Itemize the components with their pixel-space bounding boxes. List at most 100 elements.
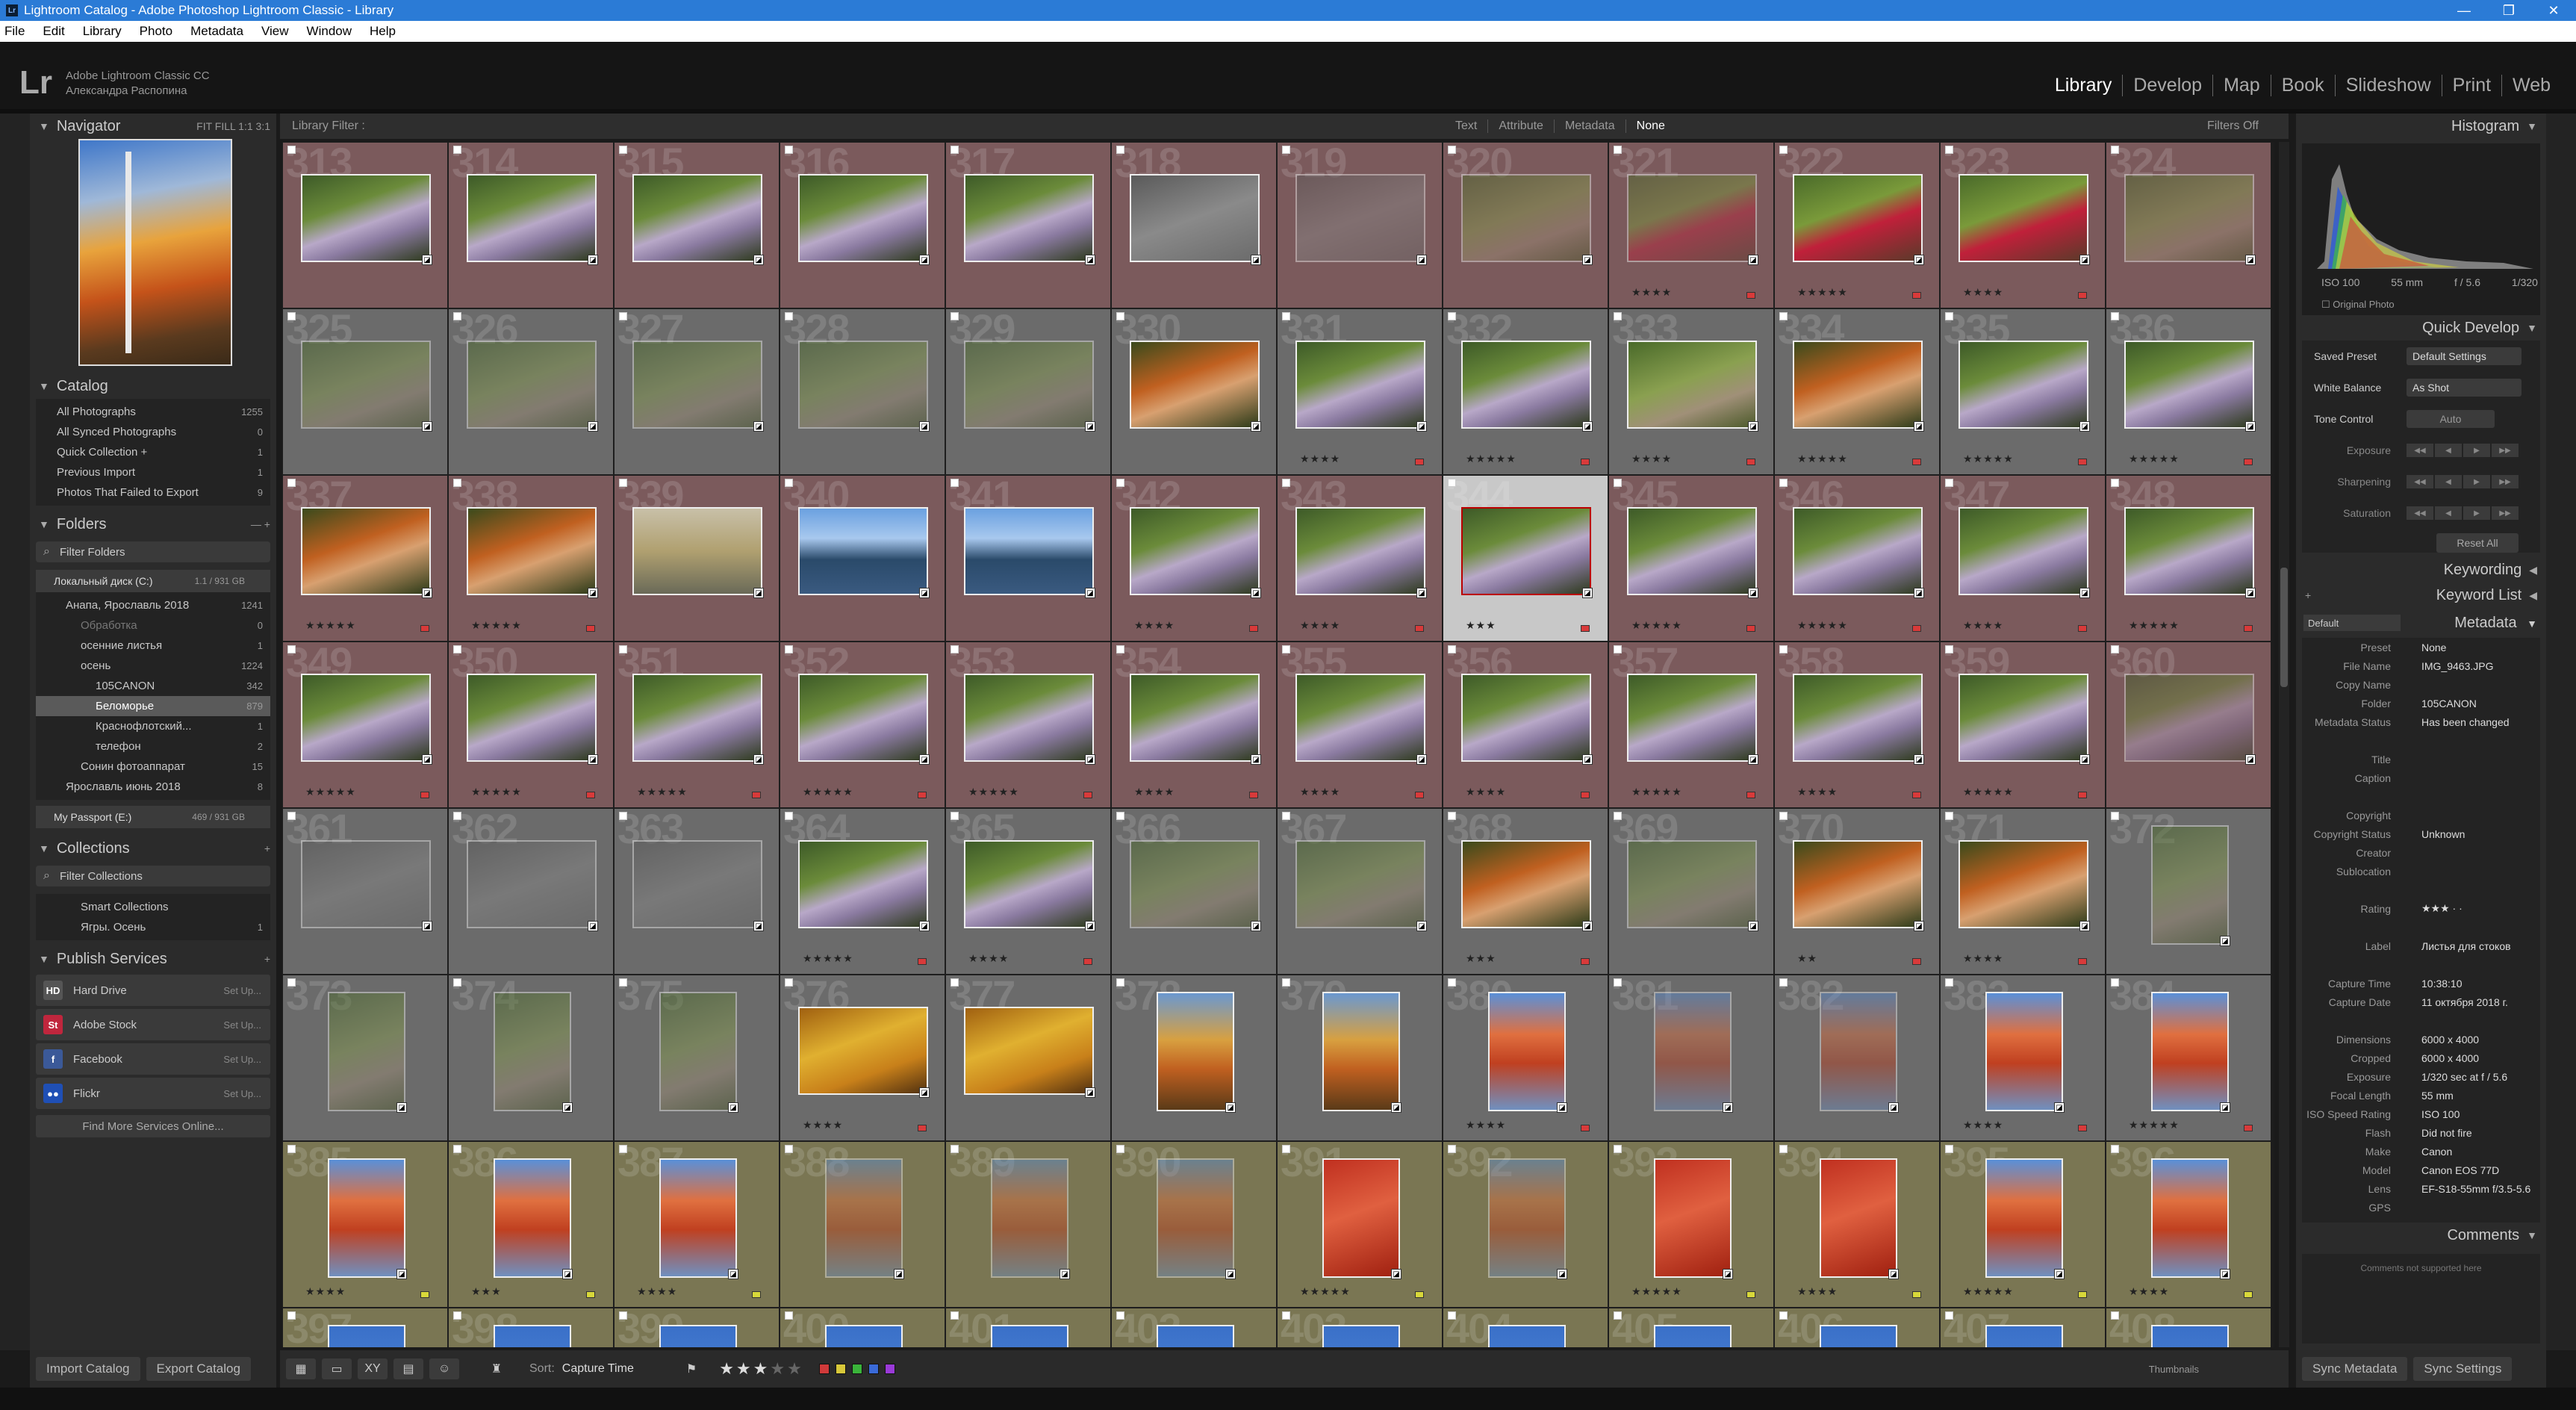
- pick-flag-icon[interactable]: [619, 645, 627, 653]
- right-edge-toggle[interactable]: [2546, 114, 2576, 1350]
- thumbnail-cell[interactable]: 326 ◪: [448, 308, 614, 475]
- photo-thumbnail[interactable]: [1820, 992, 1897, 1111]
- photo-thumbnail[interactable]: [467, 507, 597, 595]
- add-collection-icon[interactable]: +: [264, 842, 270, 854]
- photo-thumbnail[interactable]: [2151, 1158, 2229, 1278]
- pick-flag-icon[interactable]: [619, 978, 627, 987]
- quick-develop-header[interactable]: Quick Develop ▼: [2296, 315, 2546, 341]
- photo-thumbnail[interactable]: [1793, 174, 1923, 262]
- photo-thumbnail[interactable]: [632, 174, 762, 262]
- catalog-item[interactable]: Previous Import 1: [36, 462, 270, 482]
- pick-flag-icon[interactable]: [951, 978, 959, 987]
- photo-thumbnail[interactable]: [1654, 992, 1732, 1111]
- pick-flag-icon[interactable]: [2111, 146, 2119, 154]
- pick-flag-icon[interactable]: [1448, 146, 1456, 154]
- pick-flag-icon[interactable]: [619, 312, 627, 320]
- thumbnail-cell[interactable]: 367 ◪: [1277, 808, 1443, 975]
- pick-flag-icon[interactable]: [1614, 312, 1622, 320]
- pick-flag-icon[interactable]: [1945, 812, 1953, 820]
- label-red-swatch[interactable]: [818, 1364, 830, 1374]
- photo-thumbnail[interactable]: [2151, 992, 2229, 1111]
- thumbnail-cell[interactable]: 342 ◪ ★★★★: [1111, 475, 1277, 642]
- filter-tab-none[interactable]: None: [1626, 119, 1676, 133]
- metadata-value[interactable]: Unknown: [2421, 828, 2465, 840]
- grid-scrollbar[interactable]: [2279, 142, 2289, 1347]
- pick-flag-icon[interactable]: [2111, 645, 2119, 653]
- pick-flag-icon[interactable]: [951, 645, 959, 653]
- import-catalog-button[interactable]: Import Catalog: [36, 1357, 140, 1381]
- thumbnail-cell[interactable]: 378 ◪: [1111, 975, 1277, 1141]
- photo-thumbnail[interactable]: [1985, 992, 2063, 1111]
- folder-item[interactable]: осень 1224: [36, 656, 270, 676]
- thumbnail-cell[interactable]: 407◪: [1940, 1308, 2106, 1347]
- pick-flag-icon[interactable]: [2111, 812, 2119, 820]
- rating-filter[interactable]: ★★★★★: [719, 1359, 804, 1379]
- photo-thumbnail[interactable]: [1793, 507, 1923, 595]
- metadata-value[interactable]: Canon EOS 77D: [2421, 1164, 2499, 1176]
- thumbnail-cell[interactable]: 348 ◪ ★★★★★: [2106, 475, 2271, 642]
- star-rating[interactable]: ★★★★: [1134, 619, 1175, 632]
- pick-flag-icon[interactable]: [1614, 645, 1622, 653]
- thumbnail-cell[interactable]: 380 ◪ ★★★★: [1443, 975, 1608, 1141]
- photo-thumbnail[interactable]: [301, 341, 431, 429]
- thumbnail-cell[interactable]: 334 ◪ ★★★★★: [1774, 308, 1940, 475]
- photo-thumbnail[interactable]: [1130, 174, 1260, 262]
- menu-library[interactable]: Library: [83, 24, 122, 39]
- publish-adobe-stock[interactable]: St Adobe Stock Set Up...: [36, 1009, 270, 1040]
- saturation-stepper[interactable]: ◀◀ ◀ ▶ ▶▶: [2407, 506, 2519, 520]
- thumbnail-cell[interactable]: 363 ◪: [614, 808, 780, 975]
- photo-thumbnail[interactable]: [2151, 825, 2229, 945]
- pick-flag-icon[interactable]: [1779, 978, 1788, 987]
- thumbnail-cell[interactable]: 319 ◪: [1277, 142, 1443, 308]
- metadata-value[interactable]: None: [2421, 642, 2446, 653]
- star-rating[interactable]: ★★★★: [1797, 1285, 1838, 1298]
- thumbnail-cell[interactable]: 344 ◪ ★★★: [1443, 475, 1608, 642]
- thumbnail-cell[interactable]: 324 ◪: [2106, 142, 2271, 308]
- thumbnail-cell[interactable]: 405◪: [1608, 1308, 1774, 1347]
- photo-thumbnail[interactable]: [1157, 1325, 1234, 1347]
- metadata-value[interactable]: IMG_9463.JPG: [2421, 660, 2494, 672]
- sync-metadata-button[interactable]: Sync Metadata: [2302, 1357, 2408, 1381]
- star-rating[interactable]: ★★★: [471, 1285, 502, 1298]
- photo-thumbnail[interactable]: [1793, 674, 1923, 762]
- photo-thumbnail[interactable]: [1959, 840, 2088, 928]
- collections-header[interactable]: ▼ Collections +: [30, 836, 276, 861]
- folder-item[interactable]: телефон 2: [36, 736, 270, 757]
- pick-flag-icon[interactable]: [287, 645, 296, 653]
- pick-flag-icon[interactable]: [287, 1311, 296, 1320]
- catalog-item[interactable]: Quick Collection + 1: [36, 442, 270, 462]
- thumbnail-cell[interactable]: 349 ◪ ★★★★★: [282, 642, 448, 808]
- pick-flag-icon[interactable]: [1448, 812, 1456, 820]
- pick-flag-icon[interactable]: [785, 146, 793, 154]
- photo-thumbnail[interactable]: [1488, 992, 1566, 1111]
- metadata-value[interactable]: Листья для стоков: [2421, 940, 2511, 952]
- thumbnail-cell[interactable]: 341 ◪: [945, 475, 1111, 642]
- catalog-item[interactable]: All Photographs 1255: [36, 402, 270, 422]
- photo-thumbnail[interactable]: [825, 1325, 903, 1347]
- thumbnail-cell[interactable]: 397◪: [282, 1308, 448, 1347]
- pick-flag-icon[interactable]: [1448, 645, 1456, 653]
- photo-thumbnail[interactable]: [964, 1007, 1094, 1095]
- photo-thumbnail[interactable]: [1985, 1325, 2063, 1347]
- pick-flag-icon[interactable]: [287, 812, 296, 820]
- pick-flag-icon[interactable]: [785, 812, 793, 820]
- pick-flag-icon[interactable]: [785, 312, 793, 320]
- exposure-stepper[interactable]: ◀◀ ◀ ▶ ▶▶: [2407, 444, 2519, 457]
- thumbnail-cell[interactable]: 396 ◪ ★★★★: [2106, 1141, 2271, 1308]
- loupe-view-icon[interactable]: ▭: [322, 1358, 352, 1379]
- menu-photo[interactable]: Photo: [140, 24, 172, 39]
- photo-thumbnail[interactable]: [1627, 341, 1757, 429]
- pick-flag-icon[interactable]: [1116, 645, 1124, 653]
- photo-thumbnail[interactable]: [964, 674, 1094, 762]
- metadata-value[interactable]: 10:38:10: [2421, 978, 2463, 990]
- pick-flag-icon[interactable]: [1614, 978, 1622, 987]
- pick-flag-icon[interactable]: [1779, 645, 1788, 653]
- keywording-header[interactable]: Keywording ◀: [2296, 557, 2546, 583]
- photo-thumbnail[interactable]: [1959, 174, 2088, 262]
- painter-icon[interactable]: ♜: [482, 1358, 511, 1379]
- star-rating[interactable]: ★★★★★: [1631, 619, 1682, 632]
- pick-flag-icon[interactable]: [1614, 479, 1622, 487]
- pick-flag-icon[interactable]: [1945, 645, 1953, 653]
- thumbnail-cell[interactable]: 390 ◪: [1111, 1141, 1277, 1308]
- star-rating[interactable]: ★★★★★: [305, 619, 356, 632]
